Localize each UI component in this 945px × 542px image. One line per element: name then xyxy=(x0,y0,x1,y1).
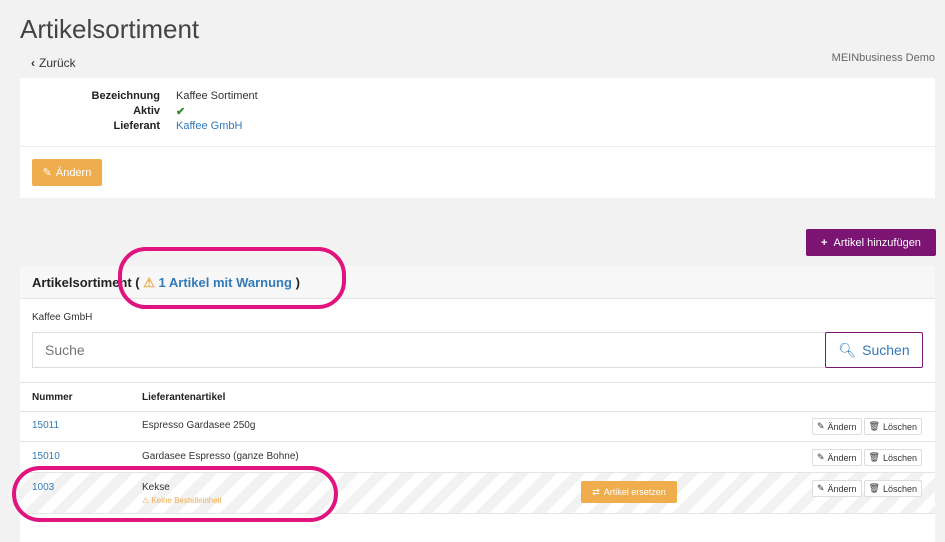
search-button[interactable]: 🔍︎ Suchen xyxy=(825,332,923,368)
edit-button[interactable]: ✎ Ändern xyxy=(32,159,102,186)
column-lieferantenartikel: Lieferantenartikel xyxy=(142,392,226,403)
row-delete-button[interactable]: 🗑︎ Löschen xyxy=(863,449,922,466)
search-input[interactable] xyxy=(32,332,826,368)
details-list: Bezeichnung Kaffee Sortiment Aktiv ✔ Lie… xyxy=(20,78,935,147)
pencil-icon: ✎ xyxy=(816,452,825,462)
back-link[interactable]: ‹ Zurück xyxy=(31,56,76,70)
row-delete-label: Löschen xyxy=(882,452,917,463)
row-edit-button[interactable]: ✎ Ändern xyxy=(811,418,862,435)
edit-label: Ändern xyxy=(55,166,92,179)
row-actions: ✎ Ändern 🗑︎ Löschen xyxy=(811,418,922,435)
row-edit-label: Ändern xyxy=(827,421,857,432)
details-card: Bezeichnung Kaffee Sortiment Aktiv ✔ Lie… xyxy=(20,78,935,198)
trash-icon: 🗑︎ xyxy=(868,421,880,431)
row-delete-button[interactable]: 🗑︎ Löschen xyxy=(863,418,922,435)
plus-icon: + xyxy=(821,236,828,249)
lieferant-label: Lieferant xyxy=(113,120,160,132)
row-delete-button[interactable]: 🗑︎ Löschen xyxy=(863,480,922,497)
table-header: Nummer Lieferantenartikel xyxy=(20,382,935,412)
aktiv-label: Aktiv xyxy=(133,105,160,117)
row-edit-button[interactable]: ✎ Ändern xyxy=(811,449,862,466)
table-row: 15011 Espresso Gardasee 250g ✎ Ändern 🗑︎ L… xyxy=(20,411,935,442)
row-delete-label: Löschen xyxy=(882,483,917,494)
add-article-label: Artikel hinzufügen xyxy=(833,236,921,249)
search-icon: 🔍︎ xyxy=(838,341,857,358)
row-edit-label: Ändern xyxy=(827,483,857,494)
replace-label: Artikel ersetzen xyxy=(603,487,666,497)
replace-article-button[interactable]: ⇄ Artikel ersetzen xyxy=(581,481,677,503)
row-article: Gardasee Espresso (ganze Bohne) xyxy=(142,451,299,462)
trash-icon: 🗑︎ xyxy=(868,452,880,462)
lieferant-link[interactable]: Kaffee GmbH xyxy=(176,120,242,132)
back-label: Zurück xyxy=(39,56,76,70)
search-label: Suchen xyxy=(862,342,910,358)
row-delete-label: Löschen xyxy=(882,421,917,432)
highlight-warning-link xyxy=(118,247,346,309)
trash-icon: 🗑︎ xyxy=(868,483,880,493)
bezeichnung-value: Kaffee Sortiment xyxy=(176,90,258,102)
check-icon: ✔ xyxy=(176,106,186,118)
pencil-icon: ✎ xyxy=(816,483,825,493)
row-edit-label: Ändern xyxy=(827,452,857,463)
bezeichnung-label: Bezeichnung xyxy=(91,90,160,102)
row-actions: ✎ Ändern 🗑︎ Löschen xyxy=(811,449,922,466)
add-article-button[interactable]: + Artikel hinzufügen xyxy=(806,229,936,256)
row-actions: ✎ Ändern 🗑︎ Löschen xyxy=(811,480,922,497)
highlight-warning-row xyxy=(12,466,338,522)
row-edit-button[interactable]: ✎ Ändern xyxy=(811,480,862,497)
pencil-icon: ✎ xyxy=(816,421,825,431)
row-number-link[interactable]: 15011 xyxy=(32,420,59,431)
row-article: Espresso Gardasee 250g xyxy=(142,420,256,431)
company-name: MEINbusiness Demo xyxy=(831,52,935,64)
page-title: Artikelsortiment xyxy=(20,14,200,44)
column-nummer: Nummer xyxy=(32,392,73,403)
exchange-icon: ⇄ xyxy=(592,486,600,497)
supplier-name: Kaffee GmbH xyxy=(32,312,93,323)
pencil-icon: ✎ xyxy=(42,167,52,179)
row-number-link[interactable]: 15010 xyxy=(32,451,60,462)
chevron-left-icon: ‹ xyxy=(31,56,35,70)
